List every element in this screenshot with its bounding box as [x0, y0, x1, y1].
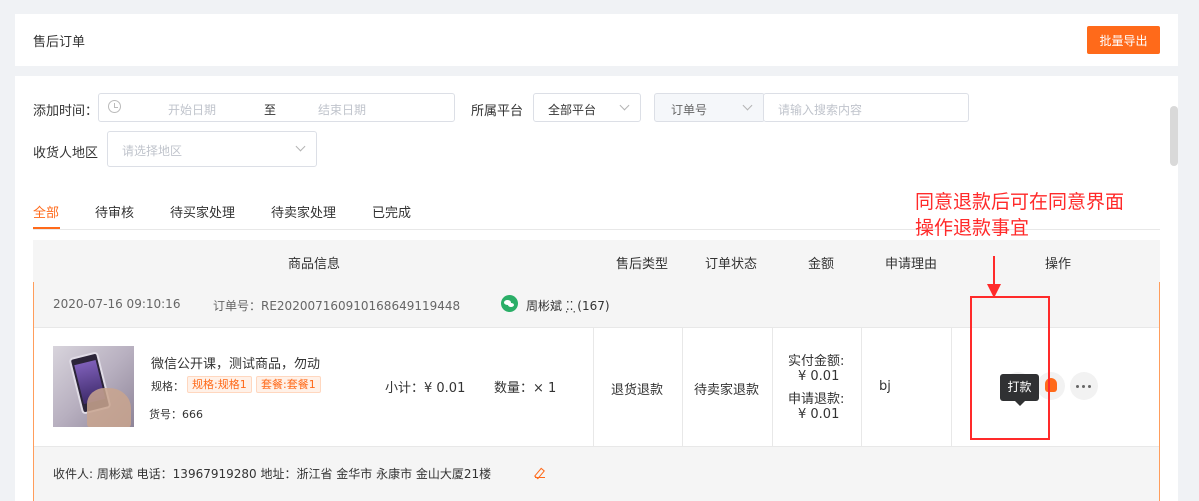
spec-label: 规格：: [151, 380, 184, 393]
spec-tag: 规格:规格1: [187, 376, 252, 393]
edit-icon[interactable]: [535, 468, 545, 478]
product-title[interactable]: 微信公开课，测试商品，勿动: [151, 353, 320, 372]
platform-select-value: 全部平台: [548, 103, 597, 117]
tab-pending-review[interactable]: 待审核: [95, 202, 134, 221]
chevron-down-icon: [295, 141, 306, 152]
col-actions: 操作: [1045, 257, 1072, 272]
order-type-select[interactable]: 订单号: [654, 93, 765, 122]
order-type-value: 订单号: [671, 103, 708, 117]
scrollbar[interactable]: [1170, 106, 1178, 166]
tab-all[interactable]: 全部: [33, 202, 59, 221]
col-type: 售后类型: [616, 257, 669, 272]
region-placeholder: 请选择地区: [122, 144, 183, 158]
order-number: 订单号：RE202007160910168649119448: [213, 299, 461, 313]
annotation-arrow: [993, 256, 995, 286]
chevron-down-icon: [742, 100, 753, 111]
shipping-info: 收件人: 周彬斌 电话：13967919280 地址：浙江省 金华市 永康市 金…: [34, 446, 1159, 501]
col-status: 订单状态: [705, 257, 758, 272]
batch-export-button[interactable]: 批量导出: [1087, 26, 1160, 54]
product-image: [53, 346, 134, 427]
col-product: 商品信息: [288, 257, 341, 272]
combo-tag: 套餐:套餐1: [256, 376, 321, 393]
platform-select[interactable]: 全部平台: [533, 93, 641, 122]
annotation-line-1: 同意退款后可在同意界面: [915, 191, 1125, 213]
tab-pending-buyer[interactable]: 待买家处理: [170, 202, 235, 221]
paid-label: 实付金额:: [788, 354, 845, 369]
start-date-input[interactable]: 开始日期: [168, 101, 216, 118]
quantity: 数量：× 1: [494, 381, 557, 396]
more-icon: [1076, 385, 1092, 388]
refund-label: 申请退款:: [788, 392, 845, 407]
header-card: 售后订单 批量导出: [15, 14, 1178, 66]
annotation-text: 同意退款后可在同意界面 操作退款事宜: [915, 189, 1124, 241]
wechat-icon: [501, 295, 518, 312]
buyer-name: 周彬斌 ⁚̣⁚ ̣(167): [526, 299, 610, 313]
page-title: 售后订单: [33, 35, 86, 50]
table-header: 商品信息 售后类型 订单状态 金额 申请理由 操作: [33, 240, 1160, 282]
product-sku: 货号：666: [149, 408, 203, 421]
date-range-picker[interactable]: 开始日期 至 结束日期: [98, 93, 455, 122]
paid-value: ¥ 0.01: [798, 369, 840, 384]
end-date-input[interactable]: 结束日期: [318, 101, 366, 118]
col-reason: 申请理由: [885, 257, 938, 272]
tab-pending-seller[interactable]: 待卖家处理: [271, 202, 336, 221]
more-button[interactable]: [1070, 372, 1098, 400]
annotation-highlight-box: [970, 296, 1050, 440]
annotation-line-2: 操作退款事宜: [915, 217, 1030, 239]
tab-completed[interactable]: 已完成: [372, 202, 411, 221]
subtotal: 小计：¥ 0.01: [385, 381, 466, 396]
col-amount: 金额: [808, 257, 835, 272]
region-label: 收货人地区: [33, 146, 99, 161]
clock-icon: [108, 100, 121, 113]
aftersale-type: 退货退款: [611, 383, 664, 398]
apply-reason: bj: [879, 379, 891, 394]
platform-label: 所属平台: [471, 104, 524, 119]
range-separator: 至: [264, 103, 277, 117]
region-select[interactable]: 请选择地区: [107, 131, 317, 167]
shipping-address: 收件人: 周彬斌 电话：13967919280 地址：浙江省 金华市 永康市 金…: [53, 467, 492, 481]
time-label: 添加时间：: [33, 104, 99, 119]
order-time: 2020-07-16 09:10:16: [53, 297, 181, 311]
search-placeholder: 请输入搜索内容: [778, 103, 863, 117]
search-input[interactable]: 请输入搜索内容: [763, 93, 969, 122]
refund-value: ¥ 0.01: [798, 407, 840, 422]
order-status: 待卖家退款: [694, 383, 760, 398]
chevron-down-icon: [619, 100, 630, 111]
